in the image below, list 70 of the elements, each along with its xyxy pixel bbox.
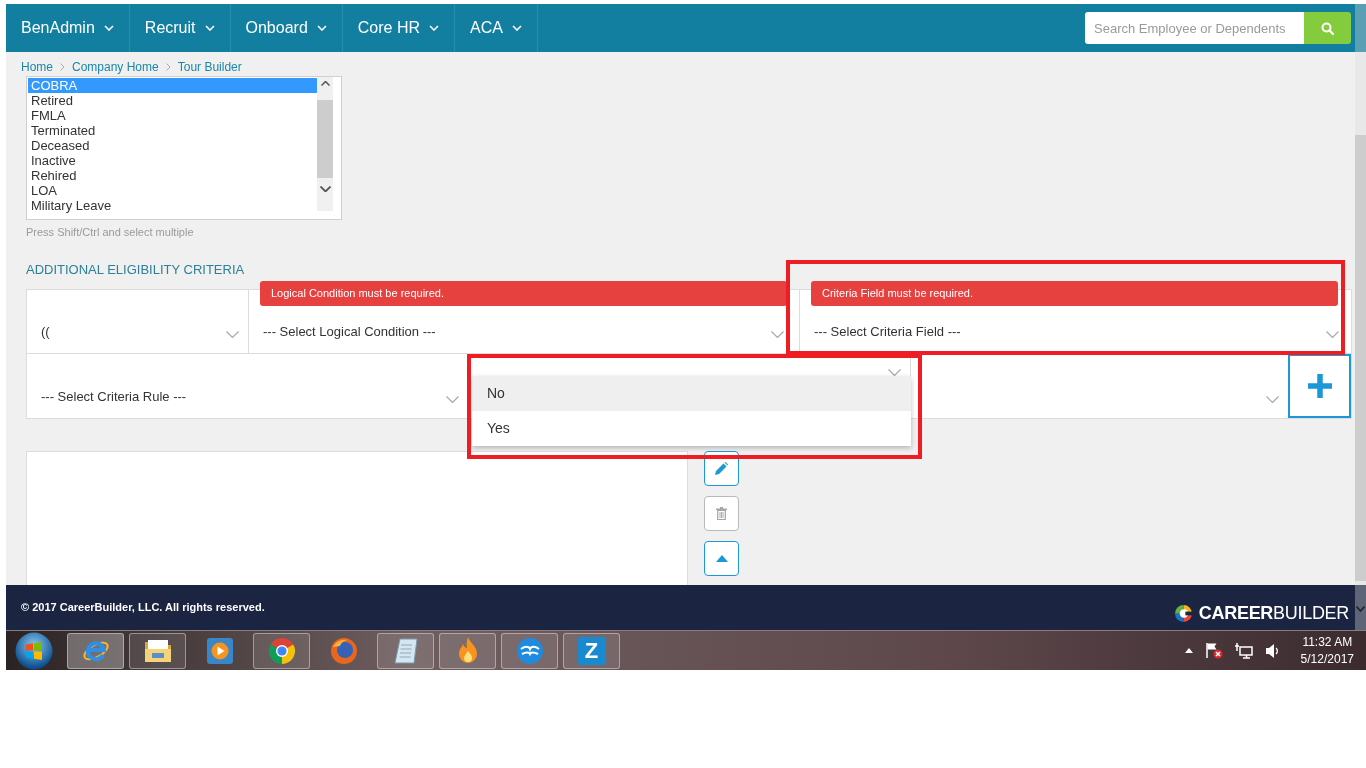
flag-orb-icon (15, 631, 53, 670)
taskbar-button[interactable] (129, 632, 186, 669)
breadcrumb-link[interactable]: Home (21, 60, 53, 74)
taskbar-button[interactable] (67, 632, 124, 669)
triangle-up-icon[interactable] (1184, 648, 1193, 653)
list-option[interactable]: Military Leave (28, 198, 317, 213)
list-option[interactable]: FMLA (28, 108, 317, 123)
start-button[interactable] (14, 631, 54, 670)
notepad-icon (393, 637, 418, 664)
chevron-right-icon (165, 63, 171, 71)
dropdown-option[interactable]: Yes (472, 411, 911, 446)
dropdown-option[interactable]: No (472, 376, 911, 411)
breadcrumb-link[interactable]: Company Home (72, 60, 159, 74)
waves-icon (515, 636, 544, 665)
chevron-down-icon (103, 25, 114, 31)
listbox-scrollbar[interactable] (317, 77, 333, 211)
list-option[interactable]: Deceased (28, 138, 317, 153)
taskbar-button[interactable] (377, 632, 434, 669)
search-icon (1321, 21, 1334, 35)
brand-name: CAREERBUILDER (1198, 604, 1349, 622)
search-field[interactable]: Search Employee or Dependents (1085, 12, 1304, 44)
copyright-text: © 2017 CareerBuilder, LLC. All rights reserved. (21, 600, 265, 616)
chevron-down-icon (316, 25, 327, 31)
list-option[interactable]: Retired (28, 93, 317, 108)
triangle-up-icon (715, 555, 728, 562)
taskbar-button[interactable] (253, 632, 310, 669)
chevron-down-icon (771, 331, 784, 338)
chevron-down-icon (888, 369, 901, 376)
chevron-down-icon (511, 25, 522, 31)
taskbar-button[interactable] (439, 632, 496, 669)
network-icon[interactable] (1234, 642, 1253, 659)
hint-text: Press Shift/Ctrl and select multiple (26, 226, 194, 238)
clock-time[interactable]: 11:32 AM (1302, 633, 1353, 651)
speaker-icon[interactable] (1264, 642, 1279, 659)
chevron-down-icon (204, 25, 215, 31)
chevron-down-icon (1266, 396, 1279, 403)
logo-mark-icon (1174, 604, 1192, 622)
error-tooltip: Logical Condition must be required. (260, 281, 787, 306)
clock-date[interactable]: 5/12/2017 (1300, 650, 1354, 668)
chevron-down-icon (226, 331, 239, 338)
chevron-down-icon (429, 25, 439, 31)
section-heading: ADDITIONAL ELIGIBILITY CRITERIA (26, 262, 245, 278)
chevron-down-icon (1326, 331, 1339, 338)
taskbar-button[interactable] (501, 632, 558, 669)
multi-select-listbox[interactable]: COBRA Retired FMLA Terminated Deceased Inactive Rehired LOA Military Leave (26, 76, 342, 220)
browser-icon (267, 636, 296, 665)
flame-icon (456, 636, 479, 665)
pencil-icon (715, 462, 728, 475)
list-option[interactable]: Terminated (28, 123, 317, 138)
page-scrollbar[interactable] (1355, 4, 1366, 630)
chevron-down-icon (446, 396, 459, 403)
list-option[interactable]: Rehired (28, 168, 317, 183)
error-tooltip: Criteria Field must be required. (811, 281, 1338, 306)
select-dropdown[interactable]: --- Select Criteria Rule --- (27, 354, 471, 418)
taskbar-button[interactable]: Z (563, 632, 620, 669)
chevron-right-icon (60, 63, 65, 71)
select-dropdown[interactable]: (( (27, 290, 249, 353)
add-button[interactable] (1288, 354, 1351, 418)
scrollbar-thumb[interactable] (1355, 135, 1366, 581)
scrollbar-thumb[interactable] (317, 100, 333, 178)
folder-icon (143, 638, 172, 663)
globe-icon (329, 636, 358, 665)
move-up-button[interactable] (704, 541, 739, 576)
plus-icon (1307, 374, 1332, 398)
play-icon (206, 637, 233, 664)
trash-icon (716, 507, 727, 520)
list-option[interactable]: Inactive (28, 153, 317, 168)
breadcrumb-link[interactable]: Tour Builder (177, 60, 242, 74)
list-option[interactable]: LOA (28, 183, 317, 198)
flag-error-icon[interactable] (1204, 642, 1223, 659)
